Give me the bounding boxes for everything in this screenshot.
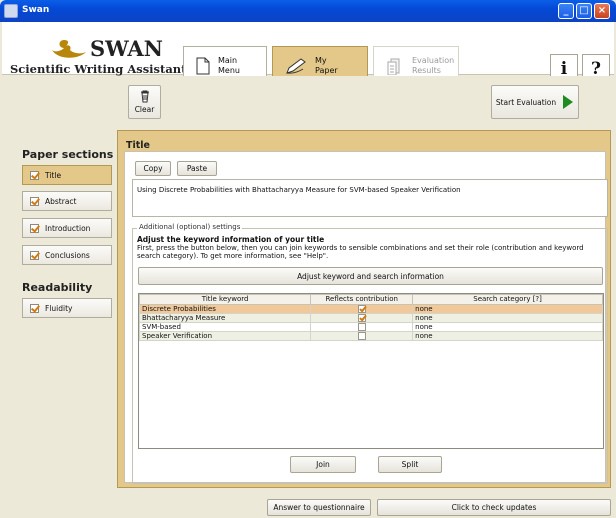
keyword-cell: Discrete Probabilities — [138, 304, 312, 314]
document-icon — [196, 57, 210, 75]
clear-button[interactable]: Clear — [128, 85, 161, 119]
readability-heading: Readability — [22, 281, 93, 294]
results-icon — [387, 58, 400, 75]
sidebar-item-label: Conclusions — [45, 250, 90, 260]
my-paper-label: My Paper — [315, 56, 338, 75]
table-row[interactable]: Speaker Verification none — [138, 331, 603, 341]
column-header-search-category[interactable]: Search category [?] — [412, 294, 603, 305]
window-title: Swan — [22, 5, 50, 15]
check-icon — [30, 196, 39, 206]
table-row[interactable]: SVM-based none — [138, 322, 603, 332]
sidebar-item-abstract[interactable]: Abstract — [22, 191, 112, 211]
logo-subtitle: Scientific Writing Assistant — [10, 62, 187, 76]
header: SWAN Scientific Writing Assistant Main M… — [2, 22, 614, 86]
play-arrow-icon — [563, 95, 574, 109]
pen-icon — [286, 58, 306, 74]
maximize-button[interactable]: □ — [576, 3, 592, 19]
check-icon — [30, 303, 39, 313]
swan-icon — [52, 40, 86, 58]
sidebar-item-label: Introduction — [45, 223, 91, 233]
app-icon — [4, 4, 18, 18]
copy-button[interactable]: Copy — [135, 161, 171, 176]
contribution-checkbox[interactable] — [357, 314, 366, 322]
category-cell[interactable]: none — [412, 331, 603, 341]
keyword-cell: Speaker Verification — [138, 331, 312, 341]
sidebar-item-label: Title — [45, 170, 62, 180]
evaluation-results-label: Evaluation Results — [412, 56, 455, 75]
toolbar: Clear Start Evaluation — [2, 76, 614, 128]
check-icon — [30, 170, 39, 180]
paste-button[interactable]: Paste — [177, 161, 217, 176]
sidebar-item-conclusions[interactable]: Conclusions — [22, 245, 112, 265]
start-evaluation-button[interactable]: Start Evaluation — [491, 85, 579, 119]
table-row[interactable]: Bhattacharyya Measure none — [138, 313, 603, 323]
minimize-button[interactable]: _ — [558, 3, 574, 19]
sidebar-item-label: Abstract — [45, 196, 77, 206]
sidebar-item-introduction[interactable]: Introduction — [22, 218, 112, 238]
questionnaire-button[interactable]: Answer to questionnaire — [267, 499, 371, 516]
category-cell[interactable]: none — [412, 304, 603, 314]
title-text-field[interactable]: Using Discrete Probabilities with Bhatta… — [132, 179, 608, 217]
check-icon — [30, 223, 39, 233]
contribution-checkbox[interactable] — [357, 305, 366, 313]
start-evaluation-label: Start Evaluation — [495, 97, 557, 107]
sidebar-item-label: Fluidity — [45, 303, 73, 313]
settings-heading: Adjust the keyword information of your t… — [137, 235, 325, 244]
category-cell[interactable]: none — [412, 322, 603, 332]
split-button[interactable]: Split — [378, 456, 442, 473]
section-title: Title — [126, 140, 150, 151]
main-menu-label: Main Menu — [218, 56, 240, 75]
additional-settings-group: Additional (optional) settings Adjust th… — [132, 223, 608, 484]
check-updates-button[interactable]: Click to check updates — [377, 499, 611, 516]
column-header-keyword[interactable]: Title keyword — [138, 294, 312, 305]
clear-label: Clear — [134, 105, 155, 114]
logo-title: SWAN — [90, 36, 163, 61]
keyword-cell: Bhattacharyya Measure — [138, 313, 312, 323]
category-cell[interactable]: none — [412, 313, 603, 323]
footer: Answer to questionnaire Click to check u… — [2, 490, 614, 516]
sidebar-item-fluidity[interactable]: Fluidity — [22, 298, 112, 318]
check-icon — [30, 250, 39, 260]
settings-description: First, press the button below, then you … — [137, 244, 584, 260]
column-header-contribution[interactable]: Reflects contribution — [310, 294, 414, 305]
adjust-keyword-button[interactable]: Adjust keyword and search information — [138, 267, 603, 285]
contribution-checkbox[interactable] — [357, 323, 366, 331]
sidebar-item-title[interactable]: Title — [22, 165, 112, 185]
contribution-checkbox[interactable] — [357, 332, 366, 340]
trash-icon — [140, 90, 149, 103]
title-bar: Swan _ □ × — [0, 0, 616, 22]
keyword-cell: SVM-based — [138, 322, 312, 332]
section-content: Copy Paste Using Discrete Probabilities … — [124, 151, 608, 484]
keyword-table: Title keyword Reflects contribution Sear… — [138, 293, 604, 449]
settings-legend: Additional (optional) settings — [137, 223, 243, 231]
close-button[interactable]: × — [594, 3, 610, 19]
title-section-panel: Title Copy Paste Using Discrete Probabil… — [117, 130, 611, 488]
join-button[interactable]: Join — [290, 456, 356, 473]
paper-sections-heading: Paper sections — [22, 148, 114, 161]
table-row[interactable]: Discrete Probabilities none — [138, 304, 603, 314]
